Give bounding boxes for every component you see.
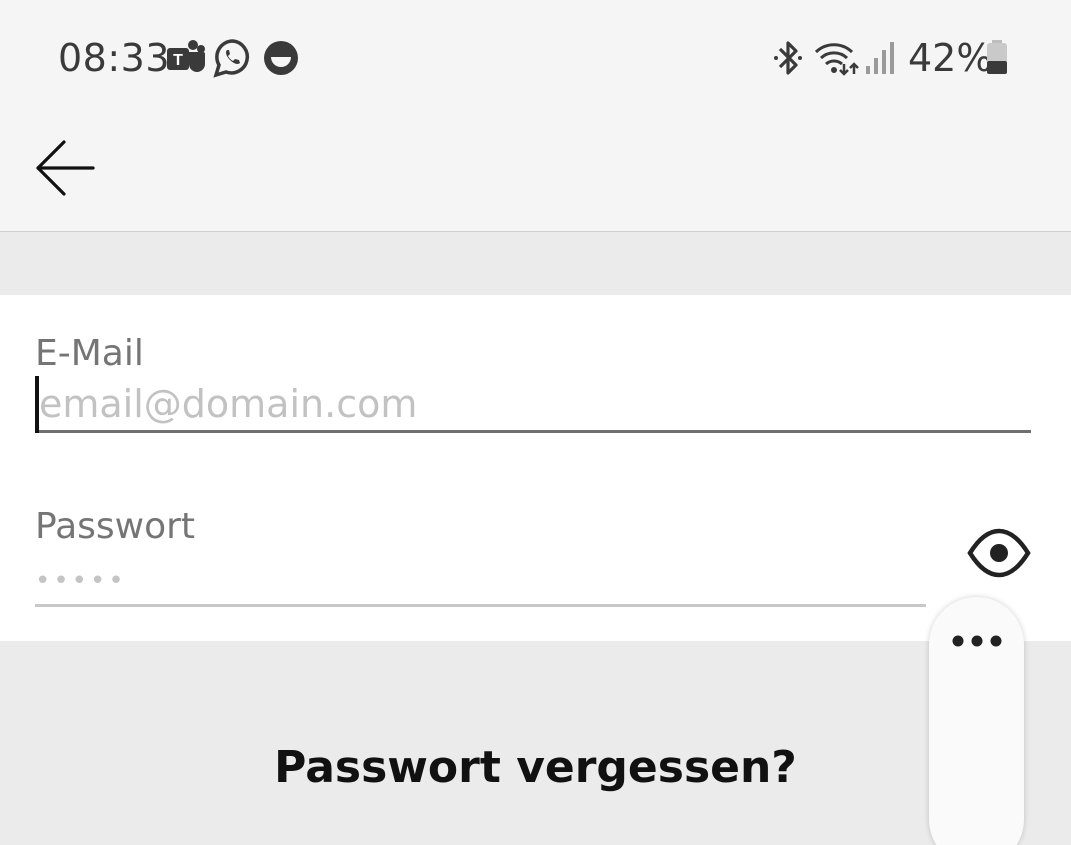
status-bar: 08:33 T 42% [0, 0, 1071, 110]
battery-icon [984, 38, 1010, 78]
email-label: E-Mail [35, 333, 144, 374]
battery-percent: 42% [908, 36, 993, 80]
back-button[interactable] [26, 120, 106, 200]
more-horizontal-icon [952, 635, 1002, 647]
arrow-left-icon [36, 140, 95, 196]
wifi-data-icon [814, 38, 860, 78]
password-field[interactable] [35, 557, 926, 607]
app-bar [0, 110, 1071, 232]
bluetooth-icon [770, 38, 810, 78]
teams-icon: T [165, 38, 205, 78]
login-form: E-Mail Passwort [0, 295, 1071, 641]
signal-icon [864, 38, 898, 78]
eye-icon [967, 528, 1031, 578]
status-time: 08:33 [58, 36, 171, 80]
forgot-password-link[interactable]: Passwort vergessen? [0, 742, 1071, 793]
password-label: Passwort [35, 506, 196, 547]
spacer-band [0, 232, 1071, 295]
smiley-app-icon [261, 38, 301, 78]
login-screen: 08:33 T 42% E-Mail email@domain.com Pass… [0, 0, 1071, 845]
email-field[interactable] [35, 377, 1031, 433]
whatsapp-icon [213, 38, 253, 78]
svg-text:T: T [173, 52, 183, 69]
floating-menu-button[interactable] [929, 597, 1024, 845]
text-cursor [35, 376, 39, 433]
show-password-button[interactable] [966, 525, 1032, 581]
